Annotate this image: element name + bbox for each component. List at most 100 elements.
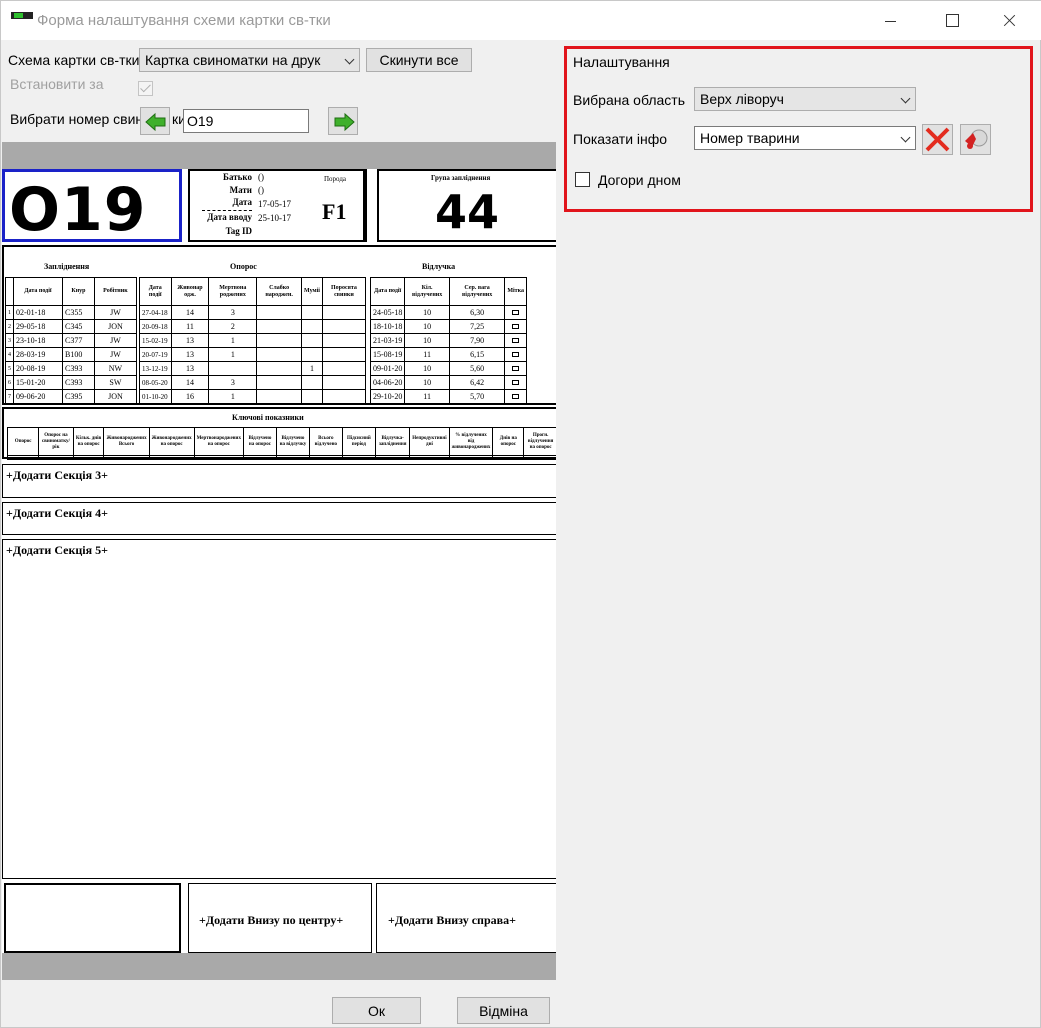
- reset-all-button[interactable]: Скинути все: [366, 48, 472, 72]
- mummies: [301, 375, 323, 390]
- table-row: 27-04-18 14 3: [139, 305, 367, 320]
- worker: JW: [93, 347, 138, 362]
- chevron-down-icon: [344, 54, 355, 65]
- kpi-value: [523, 455, 556, 460]
- pig-number-input[interactable]: O19: [183, 109, 309, 133]
- piglets: [321, 375, 367, 390]
- boar: B100: [61, 347, 95, 362]
- table-header-cell: Живонароджених Всього: [103, 427, 150, 456]
- cancel-button[interactable]: Відміна: [457, 997, 550, 1024]
- minimize-button[interactable]: [867, 1, 913, 40]
- mother-value: (): [258, 185, 264, 195]
- kpi-value: [148, 455, 195, 460]
- add-bottom-center-label: +Додати Внизу по центру+: [199, 913, 344, 927]
- insem-date: 02-01-18: [13, 305, 63, 320]
- area-bottom-right[interactable]: +Додати Внизу справа+: [376, 883, 556, 953]
- piglets: [321, 333, 367, 348]
- table-row: 09-01-20 10 5,60: [369, 361, 527, 376]
- kpi-value: [448, 455, 494, 460]
- farrowing-title: Опорос: [230, 262, 257, 271]
- table-header-cell: [5, 277, 14, 306]
- kpi-value: [103, 455, 150, 460]
- father-value: (): [258, 172, 264, 182]
- add-section-4[interactable]: +Додати Секція 4+: [2, 502, 556, 535]
- selected-area-select[interactable]: Верх ліворуч: [694, 87, 916, 111]
- insem-date: 29-05-18: [13, 319, 63, 334]
- stillborn: 3: [208, 375, 258, 390]
- kpi-value: [6, 455, 40, 460]
- show-info-select[interactable]: Номер тварини: [694, 126, 916, 150]
- table-header-cell: Прогн. відлучення на опорос: [523, 427, 556, 456]
- add-section-3[interactable]: +Додати Секція 3+: [2, 464, 556, 498]
- weaned-weight: 7,90: [448, 333, 506, 348]
- scheme-select-value: Картка свиноматки на друк: [145, 52, 321, 68]
- previous-button[interactable]: [140, 107, 170, 135]
- scheme-select[interactable]: Картка свиноматки на друк: [139, 48, 360, 72]
- close-button[interactable]: [987, 1, 1033, 40]
- area-bottom-left[interactable]: [4, 883, 181, 953]
- group-label: Група запліднення: [431, 174, 491, 182]
- mark-cell: [504, 375, 527, 390]
- format-button[interactable]: [960, 124, 991, 155]
- table-header-cell: Робітник: [93, 277, 138, 306]
- maximize-button[interactable]: [929, 1, 975, 40]
- section-kpi[interactable]: Ключові показники Опорос Опорос на свином…: [2, 407, 556, 460]
- clear-button[interactable]: [922, 124, 953, 155]
- table-header-cell: % відлучених від живонароджених: [448, 427, 494, 456]
- weak-born: [256, 305, 303, 320]
- farrow-date: 20-07-19: [139, 347, 172, 362]
- add-section-5[interactable]: +Додати Секція 5+: [2, 539, 556, 879]
- paint-icon: [965, 129, 988, 149]
- row-index: 4: [5, 347, 14, 362]
- row-index: 6: [5, 375, 14, 390]
- mummies: 1: [301, 361, 323, 376]
- table-row: 6 15-01-20 C393 SW: [5, 375, 138, 390]
- set-for-checkbox[interactable]: [138, 81, 153, 96]
- arrow-left-icon: [145, 112, 166, 132]
- insem-date: 23-10-18: [13, 333, 63, 348]
- ok-button[interactable]: Ок: [332, 997, 421, 1024]
- next-button[interactable]: [328, 107, 358, 135]
- window-title: Форма налаштування схеми картки св-тки: [37, 12, 331, 29]
- mark-cell: [504, 389, 527, 404]
- born-alive: 11: [170, 319, 210, 334]
- table-header-cell: Кнур: [61, 277, 95, 306]
- stillborn: 3: [208, 305, 258, 320]
- table-header-cell: Поросята свинки: [321, 277, 367, 306]
- date-value: 17-05-17: [258, 199, 291, 209]
- weaned-count: 10: [404, 333, 450, 348]
- show-info-label: Показати інфо: [573, 131, 668, 147]
- upside-down-checkbox[interactable]: [575, 172, 590, 187]
- worker: NW: [93, 361, 138, 376]
- weaned-count: 11: [404, 389, 450, 404]
- born-alive: 13: [170, 361, 210, 376]
- area-bottom-center[interactable]: +Додати Внизу по центру+: [188, 883, 372, 953]
- weaned-count: 10: [404, 375, 450, 390]
- bottom-gray-bar: [2, 953, 556, 980]
- table-header-row: Дата події Кнур Робітник: [5, 277, 138, 306]
- weaned-count: 10: [404, 361, 450, 376]
- kpi-value: [308, 455, 343, 460]
- table-row: 20-07-19 13 1: [139, 347, 367, 362]
- mark-checkbox-icon: [512, 324, 520, 329]
- insem-date: 20-08-19: [13, 361, 63, 376]
- born-alive: 14: [170, 305, 210, 320]
- wean-date: 29-10-20: [369, 389, 406, 404]
- selected-area-value: Верх ліворуч: [700, 91, 784, 107]
- table-row: 15-02-19 13 1: [139, 333, 367, 348]
- table-header-cell: Відлучка-запліднення: [374, 427, 411, 456]
- kpi-value: [38, 455, 74, 460]
- table-row: 18-10-18 10 7,25: [369, 319, 527, 334]
- table-header-cell: Живонароджених на опорос: [148, 427, 195, 456]
- table-header-cell: Слабко народжен.: [256, 277, 303, 306]
- area-top-center[interactable]: Батько () Мати () Дата 17-05-17 Дата вво…: [188, 169, 367, 242]
- table-row: 21-03-19 10 7,90: [369, 333, 527, 348]
- born-alive: 13: [170, 347, 210, 362]
- area-top-left[interactable]: O19: [2, 169, 182, 245]
- father-label: Батько: [223, 172, 252, 182]
- section-history[interactable]: Запліднення Опорос Відлучка Дата події Кн…: [2, 245, 556, 405]
- piglets: [321, 361, 367, 376]
- kpi-value: [492, 455, 525, 460]
- area-top-right[interactable]: Група запліднення 44: [377, 169, 556, 242]
- stillborn: 1: [208, 333, 258, 348]
